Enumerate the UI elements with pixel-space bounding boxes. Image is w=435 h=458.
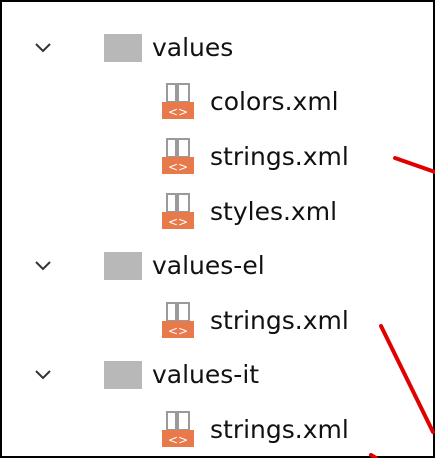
tree-folder-values[interactable]: values [0,28,435,68]
chevron-down-icon[interactable] [32,255,54,277]
chevron-down-icon[interactable] [32,364,54,386]
tree-file-colors-xml[interactable]: <> colors.xml [0,82,435,122]
tree-folder-label: values-el [152,251,265,280]
tree-file-label: strings.xml [210,306,349,335]
tree-file-styles-xml[interactable]: <> styles.xml [0,192,435,232]
tree-folder-label: values [152,33,234,62]
tree-file-label: strings.xml [210,142,349,171]
tree-file-strings-xml[interactable]: <> strings.xml [0,301,435,341]
tree-folder-values-el[interactable]: values-el [0,246,435,286]
xml-file-icon: <> [161,82,197,122]
tree-file-label: strings.xml [210,415,349,444]
tree-folder-label: values-it [152,360,260,389]
svg-text:<>: <> [168,215,188,229]
svg-text:<>: <> [168,433,188,447]
svg-text:<>: <> [168,105,188,119]
xml-file-icon: <> [161,192,197,232]
svg-text:<>: <> [168,160,188,174]
tree-folder-values-it[interactable]: values-it [0,355,435,395]
tree-file-strings-xml[interactable]: <> strings.xml [0,410,435,450]
tree-file-label: styles.xml [210,197,338,226]
project-tree: values <> colors.xml <> strings.xml <> s… [0,0,435,458]
chevron-down-icon[interactable] [32,37,54,59]
folder-icon [104,361,142,389]
folder-icon [104,34,142,62]
tree-file-label: colors.xml [210,87,339,116]
tree-file-strings-xml[interactable]: <> strings.xml [0,137,435,177]
svg-text:<>: <> [168,324,188,338]
folder-icon [104,252,142,280]
xml-file-icon: <> [161,301,197,341]
xml-file-icon: <> [161,137,197,177]
xml-file-icon: <> [161,410,197,450]
